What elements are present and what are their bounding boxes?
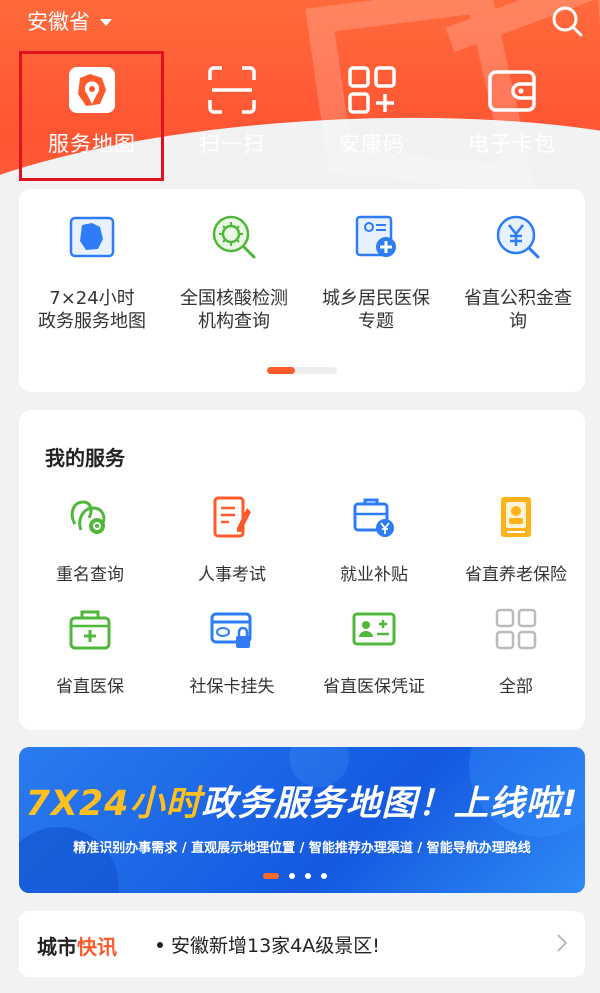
featured-label-line1: 7×24小时 xyxy=(49,288,135,309)
yuan-search-icon xyxy=(496,215,540,259)
service-item-all[interactable]: 全部 xyxy=(445,606,587,697)
my-services-card: 我的服务 重名查询 人事考试 就业补贴 省直养老保险 省直医保 社保卡挂失 省直… xyxy=(19,410,585,730)
insurance-card-icon xyxy=(355,215,396,257)
grid-icon xyxy=(495,608,537,650)
service-item-card-loss-report[interactable]: 社保卡挂失 xyxy=(161,606,303,697)
medical-kit-icon xyxy=(69,610,111,650)
featured-label-line1: 城乡居民医保 xyxy=(322,288,430,309)
service-item-medical-voucher[interactable]: 省直医保凭证 xyxy=(303,606,445,697)
card-lock-icon xyxy=(210,612,252,648)
service-item-personnel-exam[interactable]: 人事考试 xyxy=(161,494,303,585)
qr-code-icon xyxy=(348,66,396,114)
banner-title-part: 政务服务地图！ xyxy=(201,784,454,824)
service-label: 省直养老保险 xyxy=(465,565,567,585)
top-bar: 安徽省 xyxy=(0,0,600,40)
virus-search-icon xyxy=(212,215,256,259)
bullet-dot xyxy=(157,942,163,948)
chevron-down-icon xyxy=(100,18,112,26)
selection-highlight-box xyxy=(19,51,164,181)
featured-resident-insurance[interactable]: 城乡居民医保 专题 xyxy=(305,213,447,333)
subsidy-icon xyxy=(353,498,394,537)
news-label: 城市快讯 xyxy=(37,931,117,960)
city-news-bar[interactable]: 城市快讯 安徽新增13家4A级景区! xyxy=(19,911,585,977)
banner-title-part: 上线啦! xyxy=(453,784,579,824)
featured-label-line1: 省直公积金查 xyxy=(464,288,572,309)
people-search-icon xyxy=(70,500,106,534)
banner-pager xyxy=(263,873,327,879)
quick-action-label: 扫一扫 xyxy=(199,132,265,156)
chevron-right-icon[interactable] xyxy=(555,933,569,953)
quick-action-label: 电子卡包 xyxy=(468,132,556,156)
news-headline[interactable]: 安徽新增13家4A级景区! xyxy=(171,931,380,958)
quick-action-wallet[interactable]: 电子卡包 xyxy=(442,60,582,158)
province-map-icon xyxy=(69,216,115,258)
pager-dot xyxy=(305,873,311,879)
featured-card: 7×24小时 政务服务地图 全国核酸检测 机构查询 城乡居民医保 专题 省直公积金查询 xyxy=(19,189,585,392)
medical-id-icon xyxy=(352,612,396,646)
quick-action-label: 安康码 xyxy=(339,132,405,156)
service-item-name-query[interactable]: 重名查询 xyxy=(19,494,161,585)
section-title: 我的服务 xyxy=(45,446,125,470)
featured-service-map[interactable]: 7×24小时 政务服务地图 xyxy=(21,213,163,333)
service-item-medical-insurance[interactable]: 省直医保 xyxy=(19,606,161,697)
banner-title-part: 7X24小时 xyxy=(25,784,202,824)
service-label: 省直医保凭证 xyxy=(323,677,425,697)
quick-action-health-code[interactable]: 安康码 xyxy=(302,60,442,158)
featured-housing-fund[interactable]: 省直公积金查询 xyxy=(447,213,589,333)
wallet-icon xyxy=(488,70,536,112)
service-label: 人事考试 xyxy=(198,565,266,585)
service-label: 省直医保 xyxy=(56,677,124,697)
banner-title: 7X24小时政务服务地图！上线啦! xyxy=(19,775,585,826)
featured-label-line2: 专题 xyxy=(358,311,394,332)
news-label-part: 城市 xyxy=(37,935,77,959)
pension-icon xyxy=(501,497,531,537)
service-label: 重名查询 xyxy=(56,565,124,585)
featured-pager xyxy=(267,367,337,374)
featured-label-line2: 机构查询 xyxy=(198,311,270,332)
promo-banner[interactable]: 7X24小时政务服务地图！上线啦! 精准识别办事需求 / 直观展示地理位置 / … xyxy=(19,747,585,893)
service-item-pension[interactable]: 省直养老保险 xyxy=(445,494,587,585)
pager-dot xyxy=(289,873,295,879)
quick-action-scan[interactable]: 扫一扫 xyxy=(162,60,302,158)
news-label-part: 快讯 xyxy=(77,935,117,959)
service-label: 就业补贴 xyxy=(340,565,408,585)
featured-label-line1: 全国核酸检测 xyxy=(180,288,288,309)
featured-label-line2: 询 xyxy=(509,311,527,332)
exam-icon xyxy=(213,496,251,538)
region-selector[interactable]: 安徽省 xyxy=(27,6,112,36)
pager-dot xyxy=(321,873,327,879)
region-label: 安徽省 xyxy=(27,10,90,34)
featured-nucleic-test[interactable]: 全国核酸检测 机构查询 xyxy=(163,213,305,333)
service-item-employment-subsidy[interactable]: 就业补贴 xyxy=(303,494,445,585)
search-icon[interactable] xyxy=(550,4,584,38)
pager-active-indicator xyxy=(267,367,295,374)
banner-subtitle: 精准识别办事需求 / 直观展示地理位置 / 智能推荐办理渠道 / 智能导航办理路… xyxy=(73,841,531,856)
service-label: 全部 xyxy=(499,677,533,697)
scan-icon xyxy=(208,66,256,114)
pager-dot-active xyxy=(263,873,279,879)
featured-label-line2: 政务服务地图 xyxy=(38,311,146,332)
service-label: 社保卡挂失 xyxy=(189,677,275,697)
